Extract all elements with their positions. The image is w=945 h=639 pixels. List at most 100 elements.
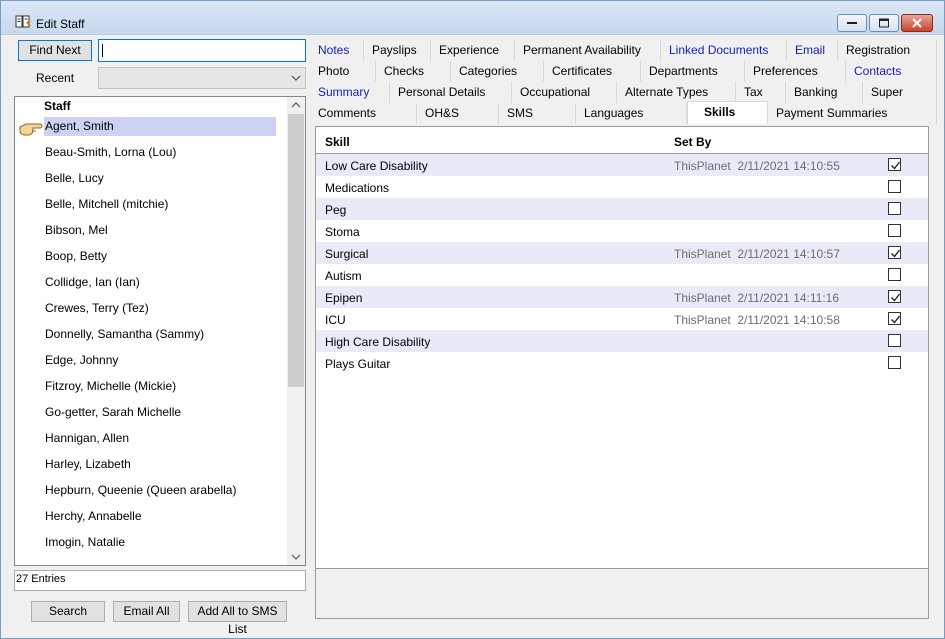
skill-set-by: ThisPlanet 2/11/2021 14:11:16 <box>674 291 840 305</box>
entries-count: 27 Entries <box>14 570 306 591</box>
skill-set-by: ThisPlanet 2/11/2021 14:10:57 <box>674 247 840 261</box>
staff-column-header[interactable]: Staff <box>44 99 71 113</box>
staff-list-item[interactable]: Bibson, Mel <box>44 221 276 240</box>
skill-name: Autism <box>325 269 362 283</box>
skill-column-header[interactable]: Skill <box>325 135 350 149</box>
tab-payslips[interactable]: Payslips <box>364 40 431 61</box>
skills-grid-header: Skill Set By <box>316 127 928 154</box>
maximize-button[interactable] <box>869 14 899 32</box>
tab-comments[interactable]: Comments <box>310 103 417 124</box>
find-next-button[interactable]: Find Next <box>18 40 92 61</box>
staff-list-item[interactable]: Boop, Betty <box>44 247 276 266</box>
maximize-icon <box>879 18 889 28</box>
staff-list-item[interactable]: Harley, Lizabeth <box>44 455 276 474</box>
staff-list-item[interactable]: Agent, Smith <box>44 117 276 136</box>
skill-row[interactable]: Low Care Disability ThisPlanet 2/11/2021 … <box>316 154 928 176</box>
skill-checkbox[interactable] <box>888 290 901 303</box>
tab-registration[interactable]: Registration <box>838 40 937 61</box>
tab-checks[interactable]: Checks <box>376 61 451 82</box>
skill-row[interactable]: Peg <box>316 198 928 220</box>
close-icon <box>912 18 922 28</box>
staff-list-item[interactable]: Fitzroy, Michelle (Mickie) <box>44 377 276 396</box>
skill-name: Epipen <box>325 291 363 305</box>
staff-list-item[interactable]: Donnelly, Samantha (Sammy) <box>44 325 276 344</box>
add-all-sms-button[interactable]: Add All to SMS List <box>188 601 287 636</box>
skill-checkbox[interactable] <box>888 268 901 281</box>
skill-row[interactable]: Medications <box>316 176 928 198</box>
tab-occupational[interactable]: Occupational <box>512 82 617 103</box>
staff-list-item[interactable]: Hannigan, Allen <box>44 429 276 448</box>
set-by-column-header[interactable]: Set By <box>674 135 711 149</box>
skill-row[interactable]: Autism <box>316 264 928 286</box>
skill-checkbox[interactable] <box>888 246 901 259</box>
skill-row[interactable]: High Care Disability <box>316 330 928 352</box>
skill-checkbox[interactable] <box>888 158 901 171</box>
find-input[interactable] <box>98 39 306 62</box>
skill-name: Plays Guitar <box>325 357 391 371</box>
tab-notes[interactable]: Notes <box>310 40 364 61</box>
tab-sms[interactable]: SMS <box>499 103 576 124</box>
staff-list-item[interactable]: Hepburn, Queenie (Queen arabella) <box>44 481 276 500</box>
tab-certificates[interactable]: Certificates <box>544 61 641 82</box>
staff-list-item[interactable]: Beau-Smith, Lorna (Lou) <box>44 143 276 162</box>
skill-name: Surgical <box>325 247 369 261</box>
skill-name: Medications <box>325 181 390 195</box>
staff-list-item[interactable]: Edge, Johnny <box>44 351 276 370</box>
tab-banking[interactable]: Banking <box>786 82 863 103</box>
staff-list-item[interactable]: Herchy, Annabelle <box>44 507 276 526</box>
scroll-up-arrow-icon[interactable] <box>287 97 305 114</box>
checkmark-icon <box>891 161 901 170</box>
tab-departments[interactable]: Departments <box>641 61 745 82</box>
tab-tax[interactable]: Tax <box>736 82 786 103</box>
tab-photo[interactable]: Photo <box>310 61 376 82</box>
skill-checkbox[interactable] <box>888 180 901 193</box>
search-button[interactable]: Search <box>31 601 105 622</box>
staff-scrollbar[interactable] <box>287 97 305 565</box>
staff-list-item[interactable]: Imogin, Natalie <box>44 533 276 552</box>
staff-list-item[interactable]: Belle, Mitchell (mitchie) <box>44 195 276 214</box>
skill-checkbox[interactable] <box>888 312 901 325</box>
email-all-button[interactable]: Email All <box>113 601 180 622</box>
skill-row[interactable]: ICU ThisPlanet 2/11/2021 14:10:58 <box>316 308 928 330</box>
tab-categories[interactable]: Categories <box>451 61 544 82</box>
tab-summary[interactable]: Summary <box>310 82 390 103</box>
tab-alternate-types[interactable]: Alternate Types <box>617 82 736 103</box>
title-bar[interactable]: Edit Staff <box>1 1 944 35</box>
skill-name: Low Care Disability <box>325 159 428 173</box>
skill-name: High Care Disability <box>325 335 431 349</box>
skill-checkbox[interactable] <box>888 224 901 237</box>
tab-languages[interactable]: Languages <box>576 103 687 124</box>
scroll-thumb[interactable] <box>288 114 304 387</box>
minimize-button[interactable] <box>837 14 867 32</box>
tab-permanent-availability[interactable]: Permanent Availability <box>515 40 661 61</box>
staff-list-item[interactable]: Crewes, Terry (Tez) <box>44 299 276 318</box>
staff-list-item[interactable]: Go-getter, Sarah Michelle <box>44 403 276 422</box>
tab-oh-s[interactable]: OH&S <box>417 103 499 124</box>
tab-payment-summaries[interactable]: Payment Summaries <box>768 103 937 124</box>
window-title: Edit Staff <box>36 17 85 31</box>
tab-skills[interactable]: Skills <box>687 101 768 124</box>
close-button[interactable] <box>901 14 933 32</box>
staff-list[interactable]: Staff Agent, Smith Beau-Smith, Lorna (Lou… <box>14 96 306 566</box>
skill-checkbox[interactable] <box>888 334 901 347</box>
checkmark-icon <box>891 249 901 258</box>
skill-set-by: ThisPlanet 2/11/2021 14:10:58 <box>674 313 840 327</box>
tab-contacts[interactable]: Contacts <box>846 61 937 82</box>
skill-checkbox[interactable] <box>888 202 901 215</box>
tab-experience[interactable]: Experience <box>431 40 515 61</box>
tab-linked-documents[interactable]: Linked Documents <box>661 40 787 61</box>
staff-list-item[interactable]: Belle, Lucy <box>44 169 276 188</box>
minimize-icon <box>847 22 857 24</box>
tab-super[interactable]: Super <box>863 82 937 103</box>
skill-row[interactable]: Plays Guitar <box>316 352 928 374</box>
skill-checkbox[interactable] <box>888 356 901 369</box>
skill-row[interactable]: Surgical ThisPlanet 2/11/2021 14:10:57 <box>316 242 928 264</box>
staff-list-item[interactable]: Collidge, Ian (Ian) <box>44 273 276 292</box>
recent-select[interactable] <box>98 67 306 89</box>
skill-row[interactable]: Epipen ThisPlanet 2/11/2021 14:11:16 <box>316 286 928 308</box>
tab-preferences[interactable]: Preferences <box>745 61 846 82</box>
tab-email[interactable]: Email <box>787 40 838 61</box>
skill-row[interactable]: Stoma <box>316 220 928 242</box>
tab-personal-details[interactable]: Personal Details <box>390 82 512 103</box>
scroll-down-arrow-icon[interactable] <box>287 548 305 565</box>
